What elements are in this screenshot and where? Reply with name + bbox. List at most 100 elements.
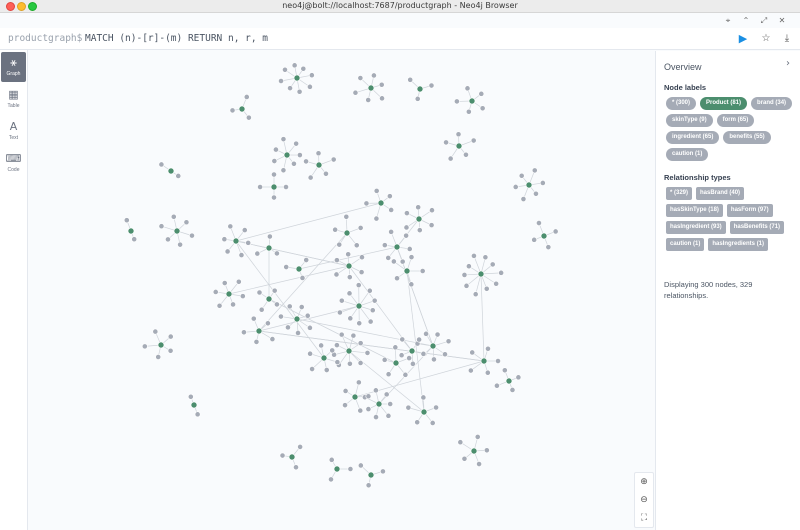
graph-node[interactable]: [239, 252, 244, 257]
node-label-chip[interactable]: caution (1): [666, 148, 708, 161]
graph-node[interactable]: [417, 228, 422, 233]
graph-node[interactable]: [159, 224, 164, 229]
graph-node[interactable]: [255, 251, 260, 256]
node-label-chip[interactable]: skinType (9): [666, 114, 713, 127]
graph-node[interactable]: [270, 337, 275, 342]
sidebar-item-text[interactable]: A Text: [1, 116, 26, 146]
graph-node[interactable]: [382, 243, 387, 248]
graph-node[interactable]: [159, 162, 164, 167]
relationship-type-chip[interactable]: hasSkinType (18): [666, 204, 723, 217]
product-node[interactable]: [128, 228, 134, 234]
download-icon[interactable]: ⤓: [780, 32, 794, 46]
graph-node[interactable]: [354, 243, 359, 248]
product-node[interactable]: [430, 343, 436, 349]
graph-node[interactable]: [287, 304, 292, 309]
graph-node[interactable]: [329, 457, 334, 462]
graph-node[interactable]: [409, 255, 414, 260]
graph-node[interactable]: [490, 262, 495, 267]
graph-node[interactable]: [404, 225, 409, 230]
product-node[interactable]: [239, 106, 245, 112]
graph-node[interactable]: [337, 242, 342, 247]
chevron-right-icon[interactable]: ›: [786, 58, 790, 69]
run-query-button[interactable]: ▶: [736, 32, 750, 46]
graph-node[interactable]: [407, 246, 412, 251]
graph-node[interactable]: [347, 361, 352, 366]
relationship-type-chip[interactable]: hasBrand (40): [696, 187, 744, 200]
graph-node[interactable]: [225, 249, 230, 254]
graph-node[interactable]: [373, 415, 378, 420]
graph-node[interactable]: [246, 115, 251, 120]
graph-node[interactable]: [443, 140, 448, 145]
graph-node[interactable]: [333, 227, 338, 232]
graph-node[interactable]: [188, 394, 193, 399]
relationship-type-chip[interactable]: hasForm (97): [727, 204, 773, 217]
graph-node[interactable]: [391, 259, 396, 264]
graph-node[interactable]: [359, 255, 364, 260]
graph-node[interactable]: [404, 233, 409, 238]
graph-node[interactable]: [499, 270, 504, 275]
graph-node[interactable]: [299, 304, 304, 309]
graph-node[interactable]: [431, 357, 436, 362]
graph-node[interactable]: [386, 413, 391, 418]
graph-node[interactable]: [358, 360, 363, 365]
graph-node[interactable]: [456, 132, 461, 137]
product-node[interactable]: [416, 216, 422, 222]
product-node[interactable]: [271, 184, 277, 190]
graph-node[interactable]: [165, 237, 170, 242]
graph-node[interactable]: [246, 240, 251, 245]
node-label-chip[interactable]: ingredient (65): [666, 131, 719, 144]
product-node[interactable]: [321, 355, 327, 361]
graph-node[interactable]: [476, 461, 481, 466]
node-label-chip[interactable]: benefits (55): [723, 131, 770, 144]
product-node[interactable]: [191, 402, 197, 408]
graph-node[interactable]: [403, 372, 408, 377]
graph-node[interactable]: [273, 147, 278, 152]
graph-node[interactable]: [184, 220, 189, 225]
graph-node[interactable]: [251, 316, 256, 321]
product-node[interactable]: [266, 296, 272, 302]
product-node[interactable]: [376, 401, 382, 407]
graph-node[interactable]: [410, 361, 415, 366]
graph-node[interactable]: [168, 334, 173, 339]
graph-node[interactable]: [358, 408, 363, 413]
graph-node[interactable]: [285, 325, 290, 330]
graph-node[interactable]: [217, 303, 222, 308]
graph-node[interactable]: [303, 159, 308, 164]
graph-node[interactable]: [421, 395, 426, 400]
sidebar-item-graph[interactable]: ⚹ Graph: [1, 52, 26, 82]
graph-node[interactable]: [393, 345, 398, 350]
graph-node[interactable]: [178, 242, 183, 247]
graph-node[interactable]: [485, 370, 490, 375]
graph-node[interactable]: [274, 251, 279, 256]
graph-node[interactable]: [389, 229, 394, 234]
query-editor[interactable]: productgraph$ MATCH (n)-[r]-(m) RETURN n…: [0, 28, 800, 50]
graph-node[interactable]: [124, 218, 129, 223]
graph-node[interactable]: [195, 412, 200, 417]
graph-node[interactable]: [473, 292, 478, 297]
graph-node[interactable]: [471, 138, 476, 143]
graph-node[interactable]: [371, 73, 376, 78]
zoom-out-icon[interactable]: ⊖: [635, 491, 653, 509]
product-node[interactable]: [421, 409, 427, 415]
graph-node[interactable]: [483, 255, 488, 260]
close-frame-icon[interactable]: ✕: [778, 14, 786, 28]
graph-node[interactable]: [282, 67, 287, 72]
graph-node[interactable]: [502, 368, 507, 373]
product-node[interactable]: [294, 316, 300, 322]
graph-node[interactable]: [521, 196, 526, 201]
graph-node[interactable]: [230, 108, 235, 113]
graph-node[interactable]: [484, 286, 489, 291]
query-text[interactable]: MATCH (n)-[r]-(m) RETURN n, r, m: [85, 33, 268, 44]
graph-node[interactable]: [337, 310, 342, 315]
product-node[interactable]: [469, 98, 475, 104]
node-label-chip[interactable]: * (300): [666, 97, 696, 110]
graph-node[interactable]: [278, 314, 283, 319]
graph-node[interactable]: [308, 175, 313, 180]
graph-node[interactable]: [421, 351, 426, 356]
graph-node[interactable]: [513, 184, 518, 189]
graph-node[interactable]: [272, 158, 277, 163]
graph-node[interactable]: [351, 333, 356, 338]
graph-node[interactable]: [463, 152, 468, 157]
product-node[interactable]: [394, 244, 400, 250]
graph-node[interactable]: [339, 332, 344, 337]
